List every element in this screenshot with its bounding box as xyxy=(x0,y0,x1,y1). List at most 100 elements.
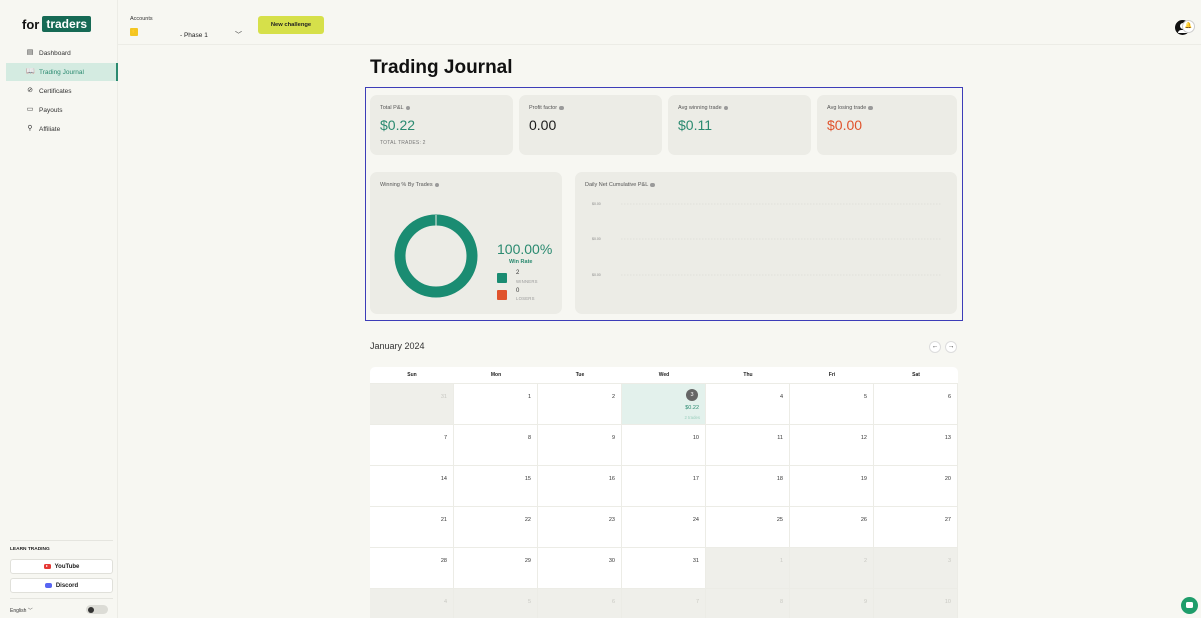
learn-trading-heading: LEARN TRADING xyxy=(10,547,50,552)
theme-toggle[interactable] xyxy=(86,605,108,614)
calendar-day[interactable]: 3 xyxy=(874,548,958,589)
sidebar: for traders ▤ Dashboard 📖 Trading Journa… xyxy=(0,0,118,618)
day-number: 2 xyxy=(611,394,615,400)
avg-winning-value: $0.11 xyxy=(678,117,712,133)
calendar-day[interactable]: 25 xyxy=(706,507,790,548)
calendar-day[interactable]: 12 xyxy=(790,425,874,466)
youtube-button[interactable]: YouTube xyxy=(10,559,113,574)
y-tick-label: $0.00 xyxy=(592,237,601,241)
calendar-day[interactable]: 5 xyxy=(454,589,538,618)
calendar-header: Sun Mon Tue Wed Thu Fri Sat xyxy=(370,367,958,384)
day-number: 23 xyxy=(608,517,615,523)
language-selector[interactable]: English ﹀ xyxy=(10,607,33,614)
calendar-day[interactable]: 31 xyxy=(622,548,706,589)
info-icon[interactable] xyxy=(405,105,411,111)
calendar-day[interactable]: 27 xyxy=(874,507,958,548)
calendar-day[interactable]: 9 xyxy=(538,425,622,466)
winning-pct-label: Winning % By Trades xyxy=(380,182,433,188)
discord-icon xyxy=(44,583,52,588)
calendar-day-selected[interactable]: 3 $0.22 2 trades xyxy=(622,384,706,425)
win-donut-chart xyxy=(394,214,478,298)
calendar-day[interactable]: 2 xyxy=(790,548,874,589)
calendar-day[interactable]: 21 xyxy=(370,507,454,548)
day-number: 3 xyxy=(947,558,951,564)
winners-count: 2 xyxy=(516,270,520,276)
info-icon[interactable] xyxy=(559,105,564,111)
discord-label: Discord xyxy=(55,582,79,589)
calendar-day[interactable]: 24 xyxy=(622,507,706,548)
y-tick-label: $0.00 xyxy=(592,202,601,206)
prev-month-button[interactable]: ← xyxy=(929,341,941,353)
calendar-day[interactable]: 1 xyxy=(454,384,538,425)
info-icon[interactable] xyxy=(434,182,440,188)
win-rate-label: Win Rate xyxy=(509,259,533,265)
calendar-day[interactable]: 13 xyxy=(874,425,958,466)
calendar-day[interactable]: 18 xyxy=(706,466,790,507)
next-month-button[interactable]: → xyxy=(945,341,957,353)
calendar-day[interactable]: 30 xyxy=(538,548,622,589)
card-label: Daily Net Cumulative P&L xyxy=(585,182,655,188)
info-icon[interactable] xyxy=(723,105,729,111)
calendar-day[interactable]: 17 xyxy=(622,466,706,507)
calendar-day[interactable]: 6 xyxy=(538,589,622,618)
calendar-day[interactable]: 8 xyxy=(454,425,538,466)
discord-button[interactable]: Discord xyxy=(10,578,113,593)
brand-logo[interactable]: for traders xyxy=(22,16,92,32)
dashboard-icon: ▤ xyxy=(26,49,34,56)
new-challenge-button[interactable]: New challenge xyxy=(258,16,324,34)
calendar-day[interactable]: 4 xyxy=(706,384,790,425)
sidebar-item-affiliate[interactable]: ⚲ Affiliate xyxy=(6,120,118,138)
calendar-day[interactable]: 6 xyxy=(874,384,958,425)
calendar-day[interactable]: 7 xyxy=(370,425,454,466)
calendar-day[interactable]: 29 xyxy=(454,548,538,589)
day-number: 1 xyxy=(527,394,531,400)
calendar-day[interactable]: 20 xyxy=(874,466,958,507)
youtube-label: YouTube xyxy=(54,563,80,570)
bell-icon[interactable]: 🔔 xyxy=(1182,20,1195,33)
day-number: 21 xyxy=(440,517,447,523)
calendar-day[interactable]: 16 xyxy=(538,466,622,507)
day-number: 31 xyxy=(440,394,447,400)
calendar-day[interactable]: 8 xyxy=(706,589,790,618)
calendar-day[interactable]: 2 xyxy=(538,384,622,425)
card-label: Profit factor xyxy=(529,105,564,111)
weekday-mon: Mon xyxy=(490,372,502,378)
info-icon[interactable] xyxy=(650,182,655,188)
calendar-day[interactable]: 4 xyxy=(370,589,454,618)
calendar-day[interactable]: 23 xyxy=(538,507,622,548)
weekday-wed: Wed xyxy=(658,372,670,378)
weekday-tue: Tue xyxy=(575,372,585,378)
calendar-day[interactable]: 22 xyxy=(454,507,538,548)
info-icon[interactable] xyxy=(868,105,873,111)
calendar-day[interactable]: 9 xyxy=(790,589,874,618)
calendar-day[interactable]: 19 xyxy=(790,466,874,507)
y-tick-label: $0.00 xyxy=(592,273,601,277)
calendar-day[interactable]: 26 xyxy=(790,507,874,548)
calendar-day[interactable]: 15 xyxy=(454,466,538,507)
calendar-day[interactable]: 31 xyxy=(370,384,454,425)
calendar-day[interactable]: 11 xyxy=(706,425,790,466)
account-selector[interactable]: - Phase 1 xyxy=(180,32,208,39)
sidebar-divider xyxy=(10,540,113,541)
sidebar-item-payouts[interactable]: ▭ Payouts xyxy=(6,101,118,119)
chat-support-icon[interactable] xyxy=(1181,597,1198,614)
calendar-day[interactable]: 28 xyxy=(370,548,454,589)
calendar-day[interactable]: 5 xyxy=(790,384,874,425)
chevron-down-icon[interactable]: ﹀ xyxy=(235,30,242,40)
calendar-day[interactable]: 10 xyxy=(874,589,958,618)
card-label: Winning % By Trades xyxy=(380,182,440,188)
calendar-day[interactable]: 7 xyxy=(622,589,706,618)
sidebar-item-dashboard[interactable]: ▤ Dashboard xyxy=(6,44,118,62)
brand-highlight: traders xyxy=(42,16,92,32)
calendar-day[interactable]: 14 xyxy=(370,466,454,507)
day-number: 6 xyxy=(611,599,615,605)
calendar-day[interactable]: 10 xyxy=(622,425,706,466)
day-number: 15 xyxy=(524,476,531,482)
total-pl-label: Total P&L xyxy=(380,105,404,111)
wallet-icon: ▭ xyxy=(26,106,34,113)
accounts-label: Accounts xyxy=(130,16,153,22)
calendar-day[interactable]: 1 xyxy=(706,548,790,589)
sidebar-item-certificates[interactable]: ⊘ Certificates xyxy=(6,82,118,100)
day-number: 13 xyxy=(944,435,951,441)
sidebar-item-trading-journal[interactable]: 📖 Trading Journal xyxy=(6,63,118,81)
